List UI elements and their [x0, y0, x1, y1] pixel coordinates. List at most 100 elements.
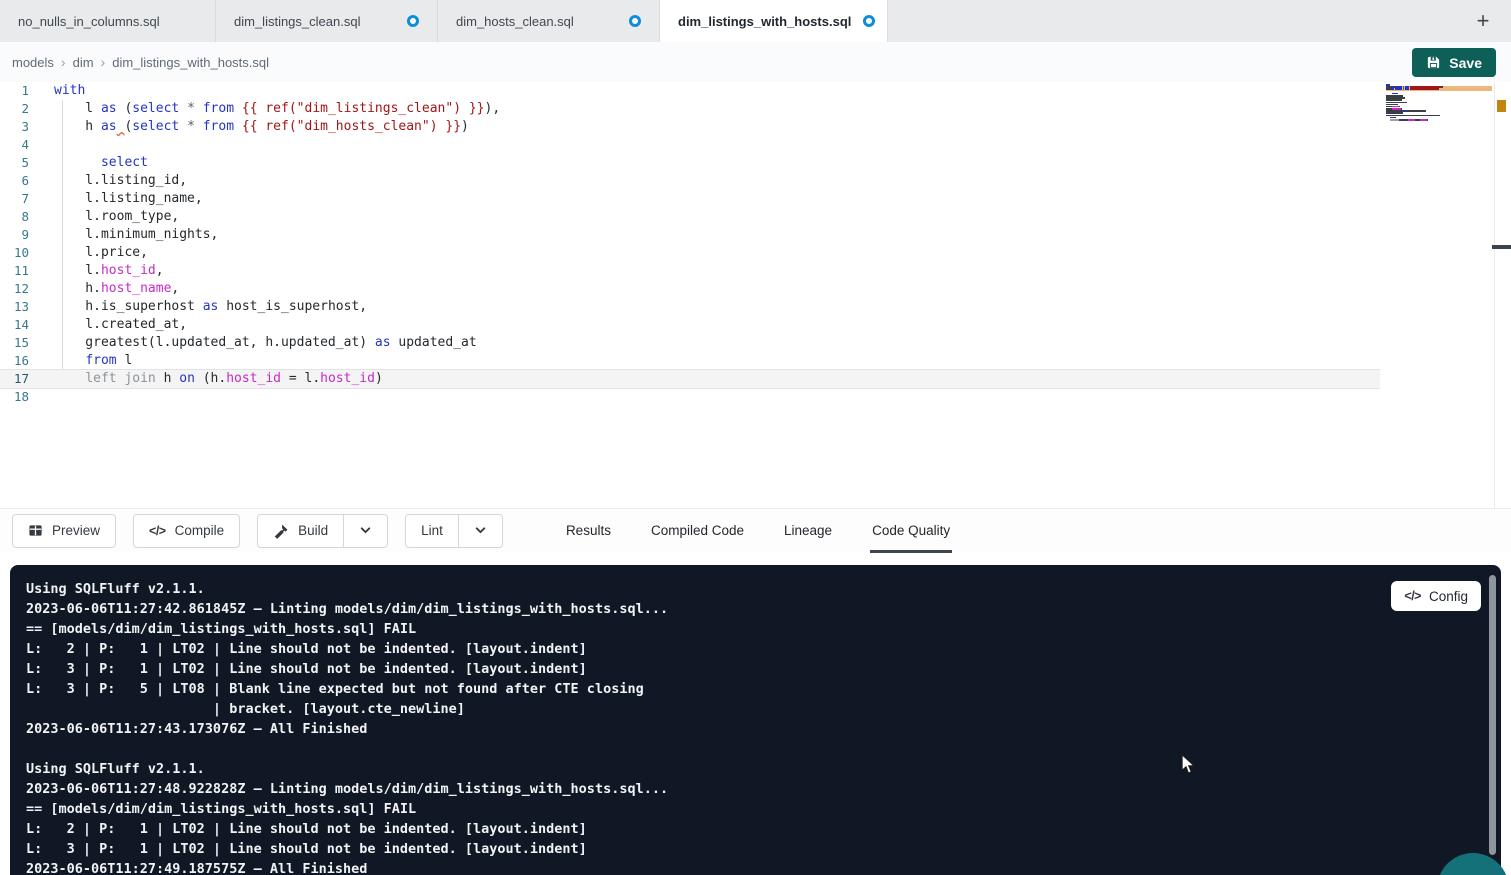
- code-token: (: [117, 101, 133, 116]
- code-token: with: [54, 83, 85, 98]
- results-tab-strip: Results Compiled Code Lineage Code Quali…: [564, 509, 988, 553]
- unsaved-changes-dot-icon: [407, 15, 419, 27]
- code-token: l.price,: [54, 245, 148, 260]
- code-token: *: [187, 101, 195, 116]
- code-line[interactable]: l.room_type,: [0, 208, 1380, 226]
- tab-results[interactable]: Results: [564, 509, 613, 553]
- code-line[interactable]: with: [0, 82, 1380, 100]
- code-token: [195, 101, 203, 116]
- code-lines: with l as (select * from {{ ref("dim_lis…: [0, 82, 1380, 406]
- code-line[interactable]: [0, 136, 1380, 154]
- code-line[interactable]: h.is_superhost as host_is_superhost,: [0, 298, 1380, 316]
- code-line[interactable]: l.price,: [0, 244, 1380, 262]
- lint-button-label: Lint: [421, 523, 443, 538]
- code-token: l.listing_id,: [54, 173, 187, 188]
- unsaved-changes-dot-icon: [629, 15, 641, 27]
- code-token: h.: [54, 281, 101, 296]
- code-token: [179, 101, 187, 116]
- save-floppy-icon: [1426, 55, 1441, 70]
- terminal-line: L: 3 | P: 5 | LT08 | Blank line expected…: [26, 679, 1501, 699]
- line-number: 4: [0, 136, 40, 154]
- code-token: h.is_superhost: [54, 299, 203, 314]
- code-editor[interactable]: with l as (select * from {{ ref("dim_lis…: [0, 82, 1511, 508]
- code-token: updated_at: [391, 335, 477, 350]
- config-button[interactable]: </> Config: [1391, 581, 1481, 611]
- lint-dropdown-button[interactable]: [458, 515, 502, 547]
- code-token: = l.: [281, 371, 320, 386]
- code-token: [54, 155, 101, 170]
- code-line[interactable]: h.host_name,: [0, 280, 1380, 298]
- build-button[interactable]: Build: [258, 515, 343, 547]
- code-line[interactable]: l as (select * from {{ ref("dim_listings…: [0, 100, 1380, 118]
- file-tab-dim-listings-with-hosts[interactable]: dim_listings_with_hosts.sql: [660, 0, 888, 42]
- config-button-label: Config: [1429, 589, 1468, 604]
- file-tab-dim-listings-clean[interactable]: dim_listings_clean.sql: [216, 0, 438, 42]
- terminal-line: L: 3 | P: 1 | LT02 | Line should not be …: [26, 839, 1501, 859]
- file-tab-dim-hosts-clean[interactable]: dim_hosts_clean.sql: [438, 0, 660, 42]
- code-line[interactable]: h as (select * from {{ ref("dim_hosts_cl…: [0, 118, 1380, 136]
- code-token: h: [54, 119, 101, 134]
- code-token: greatest(l.updated_at, h.updated_at): [54, 335, 375, 350]
- plus-icon: +: [1477, 8, 1490, 34]
- lint-warning-marker[interactable]: [1497, 100, 1506, 112]
- line-number: 7: [0, 190, 40, 208]
- tab-lineage[interactable]: Lineage: [782, 509, 834, 553]
- code-token: [234, 101, 242, 116]
- code-line[interactable]: left join h on (h.host_id = l.host_id): [0, 370, 1380, 388]
- code-token: *: [187, 119, 195, 134]
- code-token: l: [54, 101, 101, 116]
- code-line[interactable]: l.minimum_nights,: [0, 226, 1380, 244]
- tab-label: Code Quality: [872, 523, 950, 538]
- code-token: l.created_at,: [54, 317, 187, 332]
- compile-button[interactable]: </> Compile: [133, 514, 240, 548]
- lint-button[interactable]: Lint: [406, 515, 458, 547]
- tab-label: Compiled Code: [651, 523, 744, 538]
- tab-code-quality[interactable]: Code Quality: [870, 509, 952, 553]
- lint-output-terminal[interactable]: Using SQLFluff v2.1.1.2023-06-06T11:27:4…: [10, 565, 1501, 875]
- terminal-line: 2023-06-06T11:27:42.861845Z — Linting mo…: [26, 599, 1501, 619]
- line-number: 1: [0, 82, 40, 100]
- code-token: ),: [485, 101, 501, 116]
- terminal-line: | bracket. [layout.cte_newline]: [26, 699, 1501, 719]
- code-line[interactable]: from l: [0, 352, 1380, 370]
- new-tab-button[interactable]: +: [1469, 7, 1497, 35]
- terminal-lines: Using SQLFluff v2.1.1.2023-06-06T11:27:4…: [10, 565, 1501, 875]
- code-line[interactable]: select: [0, 154, 1380, 172]
- file-tab-label: dim_listings_clean.sql: [234, 14, 360, 29]
- minimap-lines[interactable]: [1386, 84, 1492, 123]
- overview-ruler[interactable]: [1494, 82, 1511, 508]
- code-token: host_id: [320, 371, 375, 386]
- compile-button-label: Compile: [175, 523, 225, 538]
- terminal-line: == [models/dim/dim_listings_with_hosts.s…: [26, 619, 1501, 639]
- line-number: 14: [0, 316, 40, 334]
- code-line[interactable]: greatest(l.updated_at, h.updated_at) as …: [0, 334, 1380, 352]
- breadcrumb-item-models[interactable]: models: [12, 55, 54, 70]
- code-token: [179, 119, 187, 134]
- code-token: [54, 371, 85, 386]
- terminal-line: [26, 739, 1501, 759]
- grid-icon: [28, 523, 43, 538]
- terminal-scrollbar[interactable]: [1489, 575, 1496, 855]
- terminal-line: 2023-06-06T11:27:43.173076Z — All Finish…: [26, 719, 1501, 739]
- code-line[interactable]: l.created_at,: [0, 316, 1380, 334]
- line-number: 2: [0, 100, 40, 118]
- preview-button-label: Preview: [52, 523, 100, 538]
- save-button[interactable]: Save: [1412, 48, 1496, 77]
- code-line[interactable]: l.listing_name,: [0, 190, 1380, 208]
- file-tab-label: dim_hosts_clean.sql: [456, 14, 574, 29]
- chevron-down-icon: [359, 524, 372, 537]
- code-line[interactable]: [0, 388, 1380, 406]
- breadcrumb-item-dim[interactable]: dim: [73, 55, 94, 70]
- build-dropdown-button[interactable]: [343, 515, 387, 547]
- code-line[interactable]: l.listing_id,: [0, 172, 1380, 190]
- tab-compiled-code[interactable]: Compiled Code: [649, 509, 746, 553]
- code-token: select: [101, 155, 148, 170]
- line-number-gutter: 123456789101112131415161718: [0, 82, 40, 406]
- code-token: from: [203, 101, 234, 116]
- preview-button[interactable]: Preview: [12, 514, 116, 548]
- code-line[interactable]: l.host_id,: [0, 262, 1380, 280]
- dbt-cloud-ide: no_nulls_in_columns.sql dim_listings_cle…: [0, 0, 1511, 875]
- line-number: 8: [0, 208, 40, 226]
- file-tab-no-nulls-in-columns[interactable]: no_nulls_in_columns.sql: [0, 0, 216, 42]
- chevron-right-icon: ›: [101, 54, 106, 70]
